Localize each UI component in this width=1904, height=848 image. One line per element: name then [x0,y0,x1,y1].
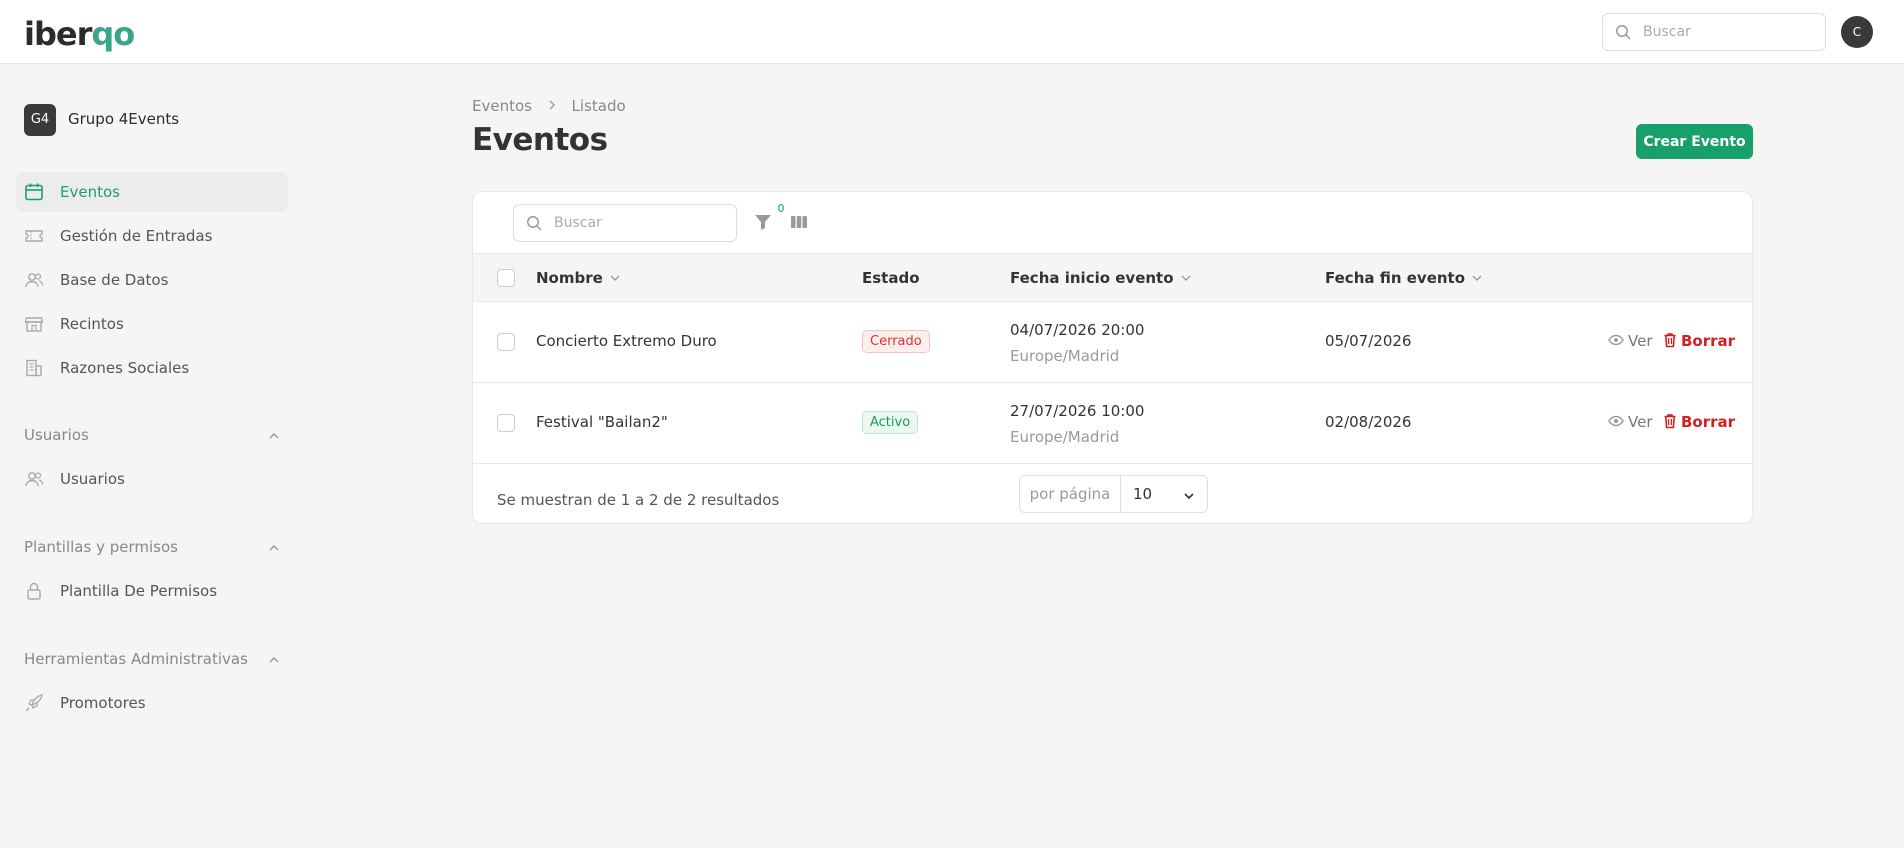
org-name: Grupo 4Events [68,110,180,128]
start-date: 27/07/2026 10:00 [1010,402,1145,420]
status-badge: Cerrado [862,330,930,353]
sidebar-item-usuarios[interactable]: Usuarios [16,459,288,499]
iberqo-logo[interactable]: iberqo [24,16,135,52]
lock-icon [24,581,44,601]
filter-icon[interactable] [753,212,775,234]
column-fecha-inicio[interactable]: Fecha inicio evento [1010,269,1192,288]
trash-icon [1664,333,1676,348]
eye-icon [1608,415,1624,427]
section-herramientas-toggle[interactable]: Herramientas Administrativas [24,647,280,671]
table-search-input[interactable] [554,205,729,241]
global-search-input[interactable] [1643,14,1818,50]
eye-icon [1608,334,1624,346]
results-summary: Se muestran de 1 a 2 de 2 resultados [497,491,780,509]
section-label: Usuarios [24,426,89,444]
chevron-up-icon [268,540,280,558]
view-button[interactable]: Ver [1608,332,1653,350]
filter-count-badge: 0 [773,201,789,217]
delete-button[interactable]: Borrar [1663,413,1735,431]
ticket-icon [24,226,44,246]
sidebar-item-recintos[interactable]: Recintos [16,304,288,344]
page-title: Eventos [472,122,608,158]
chevron-up-icon [268,652,280,670]
create-event-button[interactable]: Crear Evento [1636,124,1753,159]
breadcrumb: Eventos Listado [472,96,626,115]
start-date: 04/07/2026 20:00 [1010,321,1145,339]
column-estado: Estado [862,269,920,287]
table-header: Nombre Estado Fecha inicio evento Fecha … [473,253,1752,302]
table-row: Concierto Extremo Duro Cerrado 04/07/202… [473,302,1752,383]
calendar-icon [24,182,44,202]
sidebar-item-eventos[interactable]: Eventos [16,172,288,212]
timezone: Europe/Madrid [1010,347,1120,365]
chevron-down-icon [609,270,621,288]
column-fecha-fin[interactable]: Fecha fin evento [1325,269,1483,288]
row-checkbox[interactable] [497,333,515,351]
sidebar-item-promotores[interactable]: Promotores [16,683,288,723]
global-search [1602,13,1826,51]
chevron-down-icon [1183,488,1195,506]
sidebar-item-razones-sociales[interactable]: Razones Sociales [16,348,288,388]
sidebar-item-label: Razones Sociales [60,359,190,377]
chevron-down-icon [1180,270,1192,288]
delete-button[interactable]: Borrar [1663,332,1735,350]
sidebar-item-plantilla-permisos[interactable]: Plantilla De Permisos [16,571,288,611]
sidebar-item-label: Plantilla De Permisos [60,582,218,600]
select-all-checkbox[interactable] [497,269,515,287]
sidebar-item-label: Gestión de Entradas [60,227,213,245]
trash-icon [1664,414,1676,429]
org-badge: G4 [24,104,56,136]
chevron-down-icon [1471,270,1483,288]
events-table-card: 0 Nombre Estado Fecha inicio evento Fech… [472,191,1753,524]
rocket-icon [24,693,44,713]
event-name: Concierto Extremo Duro [536,332,717,350]
end-date: 02/08/2026 [1325,413,1412,431]
section-plantillas-toggle[interactable]: Plantillas y permisos [24,535,280,559]
building-icon [24,358,44,378]
section-label: Plantillas y permisos [24,538,178,556]
section-usuarios-toggle[interactable]: Usuarios [24,423,280,447]
per-page-control: por página 10 [1019,475,1208,513]
sidebar-item-base-datos[interactable]: Base de Datos [16,260,288,300]
users-icon [24,270,44,290]
sidebar-item-label: Usuarios [60,470,125,488]
top-bar: iberqo C [0,0,1904,64]
timezone: Europe/Madrid [1010,428,1120,446]
sidebar-item-label: Eventos [60,183,120,201]
breadcrumb-listado: Listado [571,96,626,115]
sidebar-item-label: Promotores [60,694,146,712]
per-page-value: 10 [1133,485,1153,503]
user-avatar[interactable]: C [1841,16,1873,48]
table-row: Festival "Bailan2" Activo 27/07/2026 10:… [473,383,1752,464]
sidebar-item-label: Base de Datos [60,271,169,289]
users-icon [24,469,44,489]
chevron-up-icon [268,428,280,446]
sidebar-item-gestion-entradas[interactable]: Gestión de Entradas [16,216,288,256]
breadcrumb-eventos[interactable]: Eventos [472,97,532,115]
section-label: Herramientas Administrativas [24,650,248,668]
search-icon [526,215,542,235]
store-icon [24,314,44,334]
per-page-select[interactable]: 10 [1122,476,1207,512]
event-name: Festival "Bailan2" [536,413,668,431]
view-button[interactable]: Ver [1608,413,1653,431]
columns-icon[interactable] [789,212,811,234]
table-search [513,204,737,242]
sidebar-item-label: Recintos [60,315,124,333]
per-page-label: por página [1020,476,1121,512]
status-badge: Activo [862,411,919,434]
search-icon [1615,24,1631,44]
row-checkbox[interactable] [497,414,515,432]
column-nombre[interactable]: Nombre [536,269,621,288]
end-date: 05/07/2026 [1325,332,1412,350]
chevron-right-icon [547,97,557,115]
